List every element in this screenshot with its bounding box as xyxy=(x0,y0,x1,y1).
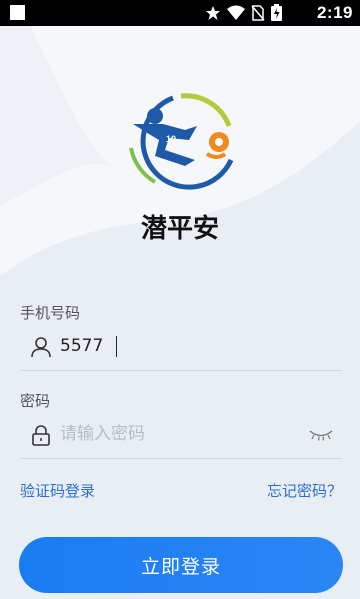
status-icons xyxy=(205,4,282,21)
password-label: 密码 xyxy=(20,392,51,410)
no-sim-icon xyxy=(251,4,265,21)
sms-login-link[interactable]: 验证码登录 xyxy=(20,480,95,501)
phone-label: 手机号码 xyxy=(20,304,81,322)
notification-icon xyxy=(10,5,25,20)
status-time: 2:19 xyxy=(316,3,353,22)
lock-icon xyxy=(32,425,50,446)
phone-field[interactable] xyxy=(20,324,342,371)
phone-input[interactable] xyxy=(60,332,310,360)
user-icon xyxy=(31,337,51,358)
battery-icon xyxy=(271,4,282,21)
login-button[interactable]: 立即登录 xyxy=(19,537,343,593)
wifi-icon xyxy=(227,5,245,20)
text-cursor xyxy=(116,336,117,357)
logo-number: 10 xyxy=(166,134,176,144)
app-name: 潜平安 xyxy=(140,214,219,244)
forgot-password-link[interactable]: 忘记密码？ xyxy=(267,480,342,501)
eye-closed-icon[interactable] xyxy=(308,428,334,442)
star-icon xyxy=(206,5,220,20)
password-input[interactable] xyxy=(60,420,310,448)
status-bar: 2:19 xyxy=(0,0,360,26)
password-field[interactable] xyxy=(20,412,342,459)
app-logo: 10 xyxy=(129,93,234,190)
